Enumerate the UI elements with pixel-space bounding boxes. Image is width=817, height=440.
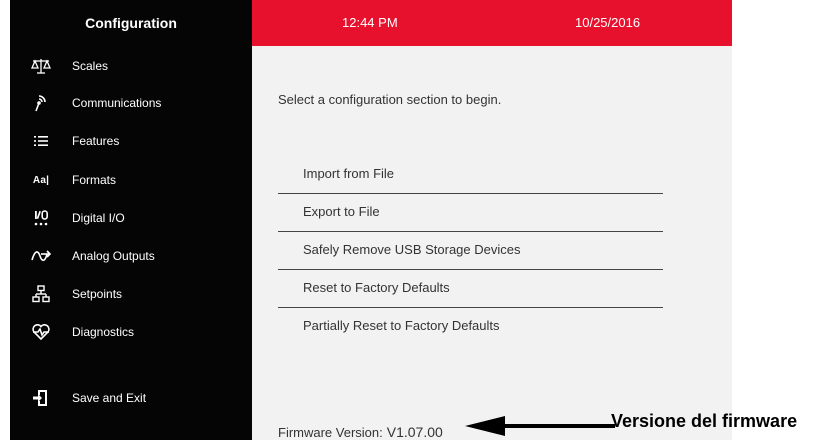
text-format-glyph: Aa| bbox=[32, 174, 50, 186]
heart-pulse-icon bbox=[10, 323, 72, 341]
sidebar-item-digital-io[interactable]: Digital I/O bbox=[10, 199, 252, 237]
instruction-text: Select a configuration section to begin. bbox=[278, 92, 502, 107]
sidebar-item-label: Save and Exit bbox=[72, 391, 147, 405]
menu-item-label: Import from File bbox=[303, 166, 395, 181]
partial-reset-factory-defaults-button[interactable]: Partially Reset to Factory Defaults bbox=[278, 308, 663, 345]
firmware-value: V1.07.00 bbox=[386, 424, 443, 440]
sidebar-item-diagnostics[interactable]: Diagnostics bbox=[10, 313, 252, 351]
clock-time: 12:44 PM bbox=[342, 15, 398, 30]
menu-item-label: Export to File bbox=[303, 204, 380, 219]
menu-item-label: Safely Remove USB Storage Devices bbox=[303, 242, 521, 257]
firmware-annotation-label: Versione del firmware bbox=[611, 411, 798, 431]
reset-factory-defaults-button[interactable]: Reset to Factory Defaults bbox=[278, 270, 663, 308]
sidebar-item-label: Formats bbox=[72, 173, 117, 187]
sidebar-item-analog-outputs[interactable]: Analog Outputs bbox=[10, 237, 252, 275]
clock-date: 10/25/2016 bbox=[575, 15, 641, 30]
firmware-version: Firmware Version: V1.07.00 bbox=[278, 424, 443, 440]
sidebar-item-label: Digital I/O bbox=[72, 211, 125, 225]
sidebar-item-setpoints[interactable]: Setpoints bbox=[10, 275, 252, 313]
analog-output-icon bbox=[10, 248, 72, 264]
save-and-exit-button[interactable]: Save and Exit bbox=[10, 379, 252, 417]
exit-icon bbox=[10, 388, 72, 408]
annotation-arrow-icon bbox=[465, 416, 615, 436]
device-screen: Configuration Scales Communications Feat… bbox=[10, 0, 732, 440]
main-panel: Select a configuration section to begin.… bbox=[252, 46, 732, 440]
sidebar: Configuration Scales Communications Feat… bbox=[10, 0, 252, 440]
setpoints-icon bbox=[10, 285, 72, 303]
export-to-file-button[interactable]: Export to File bbox=[278, 194, 663, 232]
sidebar-item-formats[interactable]: Aa| Formats bbox=[10, 161, 252, 199]
antenna-icon bbox=[10, 94, 72, 112]
sidebar-item-label: Features bbox=[72, 134, 120, 148]
scale-icon bbox=[10, 58, 72, 74]
sidebar-item-label: Communications bbox=[72, 96, 162, 110]
firmware-label: Firmware Version: bbox=[278, 425, 383, 440]
menu-item-label: Partially Reset to Factory Defaults bbox=[303, 318, 500, 333]
text-format-icon: Aa| bbox=[10, 175, 72, 186]
list-icon bbox=[10, 134, 72, 148]
sidebar-item-communications[interactable]: Communications bbox=[10, 84, 252, 122]
sidebar-item-scales[interactable]: Scales bbox=[10, 47, 252, 85]
menu-item-label: Reset to Factory Defaults bbox=[303, 280, 450, 295]
header-bar: 12:44 PM 10/25/2016 bbox=[252, 0, 732, 46]
import-from-file-button[interactable]: Import from File bbox=[278, 156, 663, 194]
sidebar-item-label: Analog Outputs bbox=[72, 249, 155, 263]
sidebar-item-label: Setpoints bbox=[72, 287, 123, 301]
config-menu: Import from File Export to File Safely R… bbox=[278, 156, 663, 345]
io-icon bbox=[10, 209, 72, 227]
sidebar-item-features[interactable]: Features bbox=[10, 122, 252, 160]
sidebar-item-label: Scales bbox=[72, 59, 109, 73]
sidebar-title: Configuration bbox=[85, 15, 177, 31]
safely-remove-usb-button[interactable]: Safely Remove USB Storage Devices bbox=[278, 232, 663, 270]
sidebar-item-label: Diagnostics bbox=[72, 325, 135, 339]
